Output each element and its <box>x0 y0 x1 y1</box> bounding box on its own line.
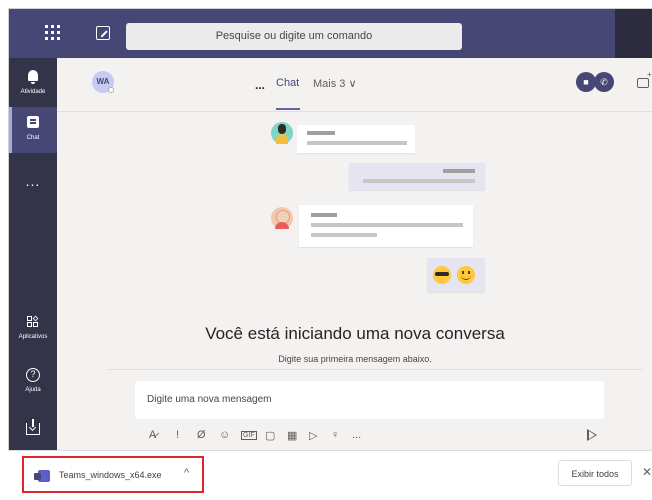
avatar[interactable]: WA <box>92 71 114 93</box>
app-rail: Atividade Chat ... Aplicativos ? Ajuda <box>9 58 57 451</box>
person-avatar-icon <box>271 122 293 144</box>
show-all-button[interactable]: Exibir todos <box>558 460 632 486</box>
more-options-button[interactable]: ... <box>255 78 265 92</box>
download-bar: Teams_windows_x64.exe ^ Exibir todos ✕ <box>8 450 652 500</box>
apps-icon <box>27 315 39 328</box>
chevron-up-icon[interactable]: ^ <box>184 467 189 479</box>
teams-window: Pesquise ou digite um comando Atividade … <box>8 8 652 451</box>
bell-icon <box>28 70 38 84</box>
conversation-title: Você está iniciando uma nova conversa <box>205 324 505 343</box>
top-bar: Pesquise ou digite um comando <box>9 9 652 58</box>
praise-icon[interactable]: ♀ <box>331 429 339 441</box>
message-input[interactable]: Digite uma nova mensagem <box>135 381 604 419</box>
sticker-icon[interactable]: ▢ <box>265 429 275 442</box>
download-file-name: Teams_windows_x64.exe <box>59 470 162 480</box>
more-icon: ... <box>25 173 41 189</box>
tab-chat[interactable]: Chat <box>276 77 299 89</box>
gif-icon[interactable]: GIF <box>241 431 257 440</box>
rail-item-apps[interactable]: Aplicativos <box>9 306 57 352</box>
close-icon[interactable]: ✕ <box>642 465 652 479</box>
sunglasses-emoji-icon <box>433 266 451 284</box>
download-item[interactable]: Teams_windows_x64.exe ^ <box>22 456 204 493</box>
important-icon[interactable]: ! <box>176 429 179 441</box>
rail-item-label: Atividade <box>20 89 46 95</box>
more-options-icon[interactable]: ... <box>352 429 361 441</box>
rail-item-chat[interactable]: Chat <box>9 107 57 153</box>
chat-header: WA ... Chat Mais 3 ∨ ■ ✆ <box>57 58 652 112</box>
format-icon[interactable]: A̷ <box>149 429 156 441</box>
active-tab-indicator <box>276 108 300 110</box>
stream-icon[interactable]: ▷ <box>309 429 317 442</box>
composer-toolbar: A̷ ! Ø ☺ GIF ▢ ▦ ▷ ♀ ... <box>149 429 609 447</box>
search-input[interactable]: Pesquise ou digite um comando <box>126 23 462 50</box>
window-controls-area <box>615 9 652 58</box>
call-buttons: ■ ✆ <box>576 72 614 94</box>
attach-icon[interactable]: Ø <box>197 429 206 441</box>
add-people-icon[interactable] <box>637 70 652 88</box>
video-call-icon[interactable]: ■ <box>576 72 596 92</box>
rail-item-more[interactable]: ... <box>9 159 57 205</box>
audio-call-icon[interactable]: ✆ <box>594 72 614 92</box>
download-icon <box>26 419 40 435</box>
meet-icon[interactable]: ▦ <box>287 429 297 442</box>
rail-item-label: Ajuda <box>25 387 41 393</box>
placeholder-message <box>299 205 473 247</box>
send-icon[interactable] <box>587 429 597 441</box>
conversation-subtitle: Digite sua primeira mensagem abaixo. <box>278 354 432 364</box>
rail-item-label: Aplicativos <box>18 334 48 340</box>
divider <box>107 369 643 370</box>
emoji-icon[interactable]: ☺ <box>219 429 230 441</box>
teams-logo-icon <box>34 470 50 482</box>
placeholder-message <box>297 125 415 153</box>
app-launcher-icon[interactable] <box>45 25 61 41</box>
rail-item-label: Chat <box>26 135 40 141</box>
help-icon: ? <box>26 368 40 382</box>
rail-item-download[interactable] <box>9 411 57 451</box>
new-chat-icon[interactable] <box>96 26 110 40</box>
chat-icon <box>27 116 39 128</box>
placeholder-message <box>349 163 485 190</box>
smiley-emoji-icon <box>457 266 475 284</box>
tab-more[interactable]: Mais 3 ∨ <box>313 77 357 90</box>
rail-item-help[interactable]: ? Ajuda <box>9 359 57 405</box>
placeholder-message <box>427 258 485 292</box>
person-avatar-icon <box>271 207 293 229</box>
rail-item-activity[interactable]: Atividade <box>9 58 57 104</box>
